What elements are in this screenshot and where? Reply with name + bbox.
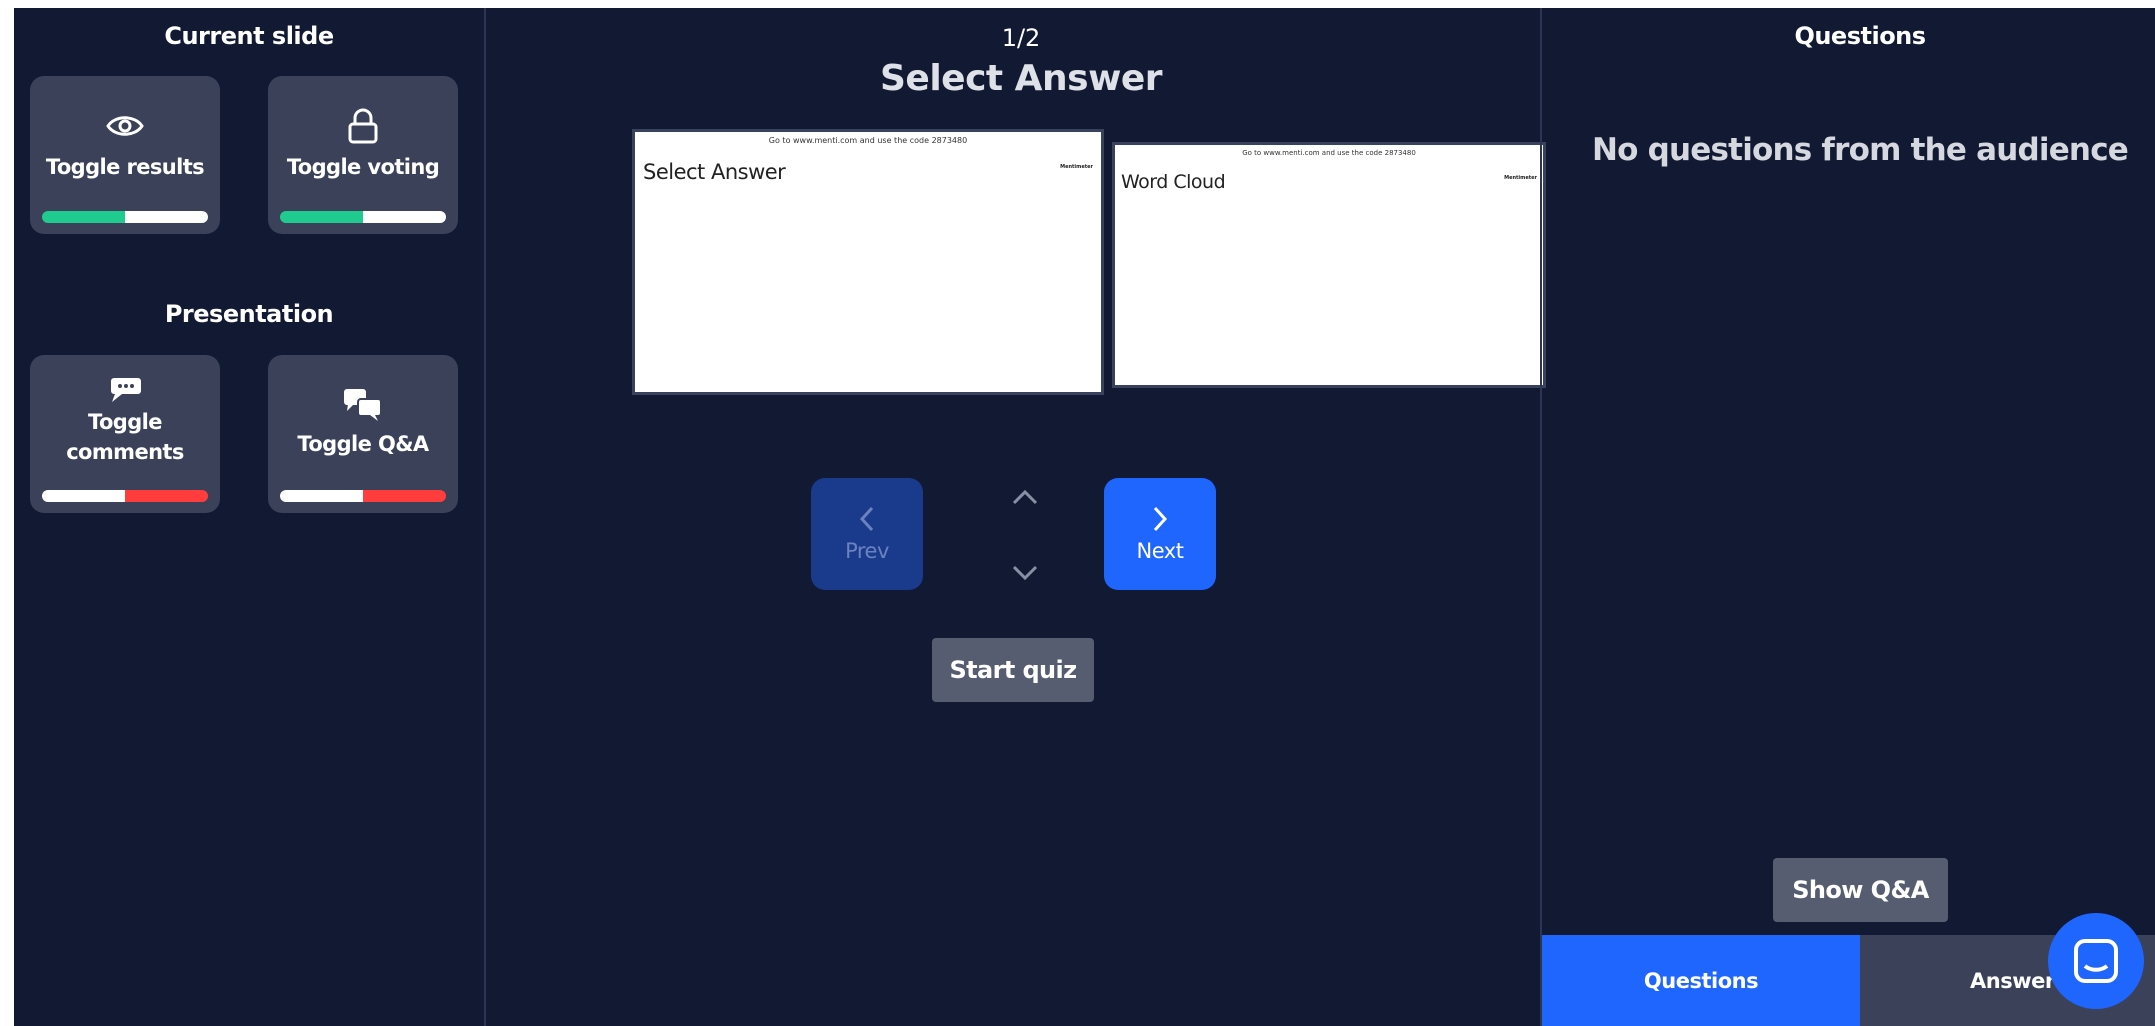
slide-join-code: Go to www.menti.com and use the code 287… bbox=[768, 136, 968, 145]
presenter-view: Current slide Toggle results Toggle voti… bbox=[14, 8, 2155, 1026]
prev-button[interactable]: Prev bbox=[811, 478, 923, 590]
toggle-comments-button[interactable]: Toggle comments bbox=[30, 355, 220, 513]
eye-icon bbox=[105, 106, 145, 146]
toggle-voting-button[interactable]: Toggle voting bbox=[268, 76, 458, 234]
slide-thumbnail-current[interactable]: Go to www.menti.com and use the code 287… bbox=[632, 129, 1104, 395]
toggle-comments-label-line2: comments bbox=[66, 440, 184, 464]
presentation-heading: Presentation bbox=[164, 300, 334, 328]
chevron-down-icon[interactable] bbox=[1010, 564, 1040, 586]
next-button[interactable]: Next bbox=[1104, 478, 1216, 590]
comment-icon bbox=[108, 375, 142, 405]
toggle-results-label: Toggle results bbox=[45, 155, 205, 179]
current-slide-title: Select Answer bbox=[879, 58, 1163, 99]
left-divider bbox=[484, 8, 486, 1026]
toggle-qa-button[interactable]: Toggle Q&A bbox=[268, 355, 458, 513]
slide-brand-logo: Mentimeter bbox=[1504, 175, 1537, 181]
toggle-qa-indicator bbox=[280, 490, 446, 502]
next-label: Next bbox=[1136, 539, 1184, 563]
toggle-comments-indicator bbox=[42, 490, 208, 502]
chevron-right-icon bbox=[1153, 506, 1168, 532]
chevron-left-icon bbox=[859, 506, 874, 532]
toggle-results-button[interactable]: Toggle results bbox=[30, 76, 220, 234]
toggle-results-indicator bbox=[42, 211, 208, 223]
slide-join-code: Go to www.menti.com and use the code 287… bbox=[1242, 149, 1416, 157]
chat-icon bbox=[2074, 939, 2118, 983]
tab-questions[interactable]: Questions bbox=[1542, 935, 1860, 1026]
lock-icon bbox=[347, 106, 379, 146]
slide-title: Select Answer bbox=[643, 160, 786, 184]
chat-bubbles-icon bbox=[343, 387, 383, 423]
empty-questions-message: No questions from the audience bbox=[1592, 132, 2129, 168]
current-slide-heading: Current slide bbox=[164, 22, 334, 50]
slide-thumbnail-next[interactable]: Go to www.menti.com and use the code 287… bbox=[1112, 142, 1546, 388]
questions-heading: Questions bbox=[1794, 22, 1926, 50]
prev-label: Prev bbox=[845, 539, 889, 563]
slide-brand-logo: Mentimeter bbox=[1060, 164, 1093, 170]
chevron-up-icon[interactable] bbox=[1010, 488, 1040, 510]
slide-title: Word Cloud bbox=[1121, 171, 1226, 193]
slide-counter: 1/2 bbox=[1001, 24, 1041, 52]
toggle-comments-label-line1: Toggle bbox=[88, 410, 162, 434]
start-quiz-button[interactable]: Start quiz bbox=[932, 638, 1094, 702]
chat-support-button[interactable] bbox=[2048, 913, 2144, 1009]
toggle-voting-indicator bbox=[280, 211, 446, 223]
toggle-qa-label: Toggle Q&A bbox=[297, 432, 429, 456]
toggle-voting-label: Toggle voting bbox=[286, 155, 440, 179]
show-qa-button[interactable]: Show Q&A bbox=[1773, 858, 1948, 922]
